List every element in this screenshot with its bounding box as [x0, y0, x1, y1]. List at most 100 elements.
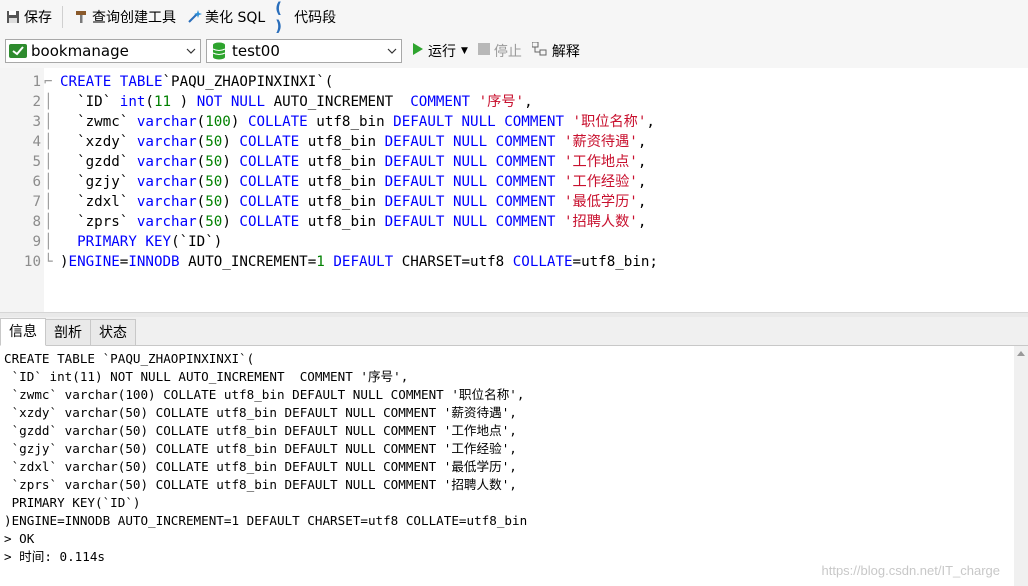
code-token: '招聘人数'	[564, 214, 638, 230]
scroll-up-icon[interactable]	[1014, 346, 1028, 360]
code-token: ,	[637, 214, 647, 230]
code-token: DEFAULT NULL COMMENT	[384, 214, 556, 230]
output-line: > OK	[4, 531, 35, 546]
stop-label: 停止	[493, 44, 522, 60]
code-token: 11	[153, 94, 172, 110]
code-token: `gzdd`	[60, 154, 137, 170]
fold-marker-icon[interactable]: ⌐	[44, 72, 58, 92]
code-token: (	[196, 214, 206, 230]
output-line: `xzdy` varchar(50) COLLATE utf8_bin DEFA…	[4, 405, 517, 420]
code-token: )	[222, 174, 240, 190]
save-button[interactable]: 保存	[0, 5, 57, 29]
code-token: varchar	[136, 214, 197, 230]
code-token: COLLATE	[239, 194, 300, 210]
fold-guide-icon: │	[44, 134, 53, 150]
line-number: 5	[32, 154, 41, 170]
line-number: 2	[32, 94, 41, 110]
code-token: )	[222, 214, 240, 230]
code-token: 50	[205, 174, 223, 190]
query-builder-button[interactable]: 查询创建工具	[68, 5, 181, 29]
output-line: `gzjy` varchar(50) COLLATE utf8_bin DEFA…	[4, 441, 517, 456]
code-token: COLLATE	[512, 254, 573, 270]
code-token: =utf8_bin;	[572, 254, 658, 270]
fold-guide-icon: │	[44, 234, 53, 250]
code-token: (`ID`)	[171, 234, 223, 250]
chevron-down-icon	[182, 48, 200, 54]
stop-button[interactable]: 停止	[477, 39, 522, 63]
hammer-icon	[73, 9, 89, 25]
code-token: COLLATE	[239, 154, 300, 170]
stop-icon	[477, 43, 490, 59]
code-token: utf8_bin	[299, 174, 385, 190]
database-select[interactable]: test00	[206, 39, 402, 63]
code-token: COLLATE	[247, 114, 308, 130]
tab-profile[interactable]: 剖析	[45, 319, 91, 345]
code-token: ,	[637, 174, 647, 190]
code-token: ,	[524, 94, 533, 110]
tab-status[interactable]: 状态	[90, 319, 136, 345]
code-snippet-button[interactable]: ( ) 代码段	[270, 0, 341, 35]
code-text: `ID` int(11 ) NOT NULL AUTO_INCREMENT CO…	[60, 92, 533, 112]
fold-marker-icon[interactable]: └	[44, 252, 58, 272]
explain-icon	[531, 41, 548, 60]
code-token: utf8_bin	[299, 214, 385, 230]
output-line: `zdxl` varchar(50) COLLATE utf8_bin DEFA…	[4, 459, 517, 474]
code-token: ,	[637, 154, 647, 170]
save-label: 保存	[24, 10, 52, 26]
database-value: test00	[232, 42, 280, 60]
query-builder-label: 查询创建工具	[92, 10, 176, 26]
code-token: (	[196, 114, 206, 130]
code-text: PRIMARY KEY(`ID`)	[60, 232, 222, 252]
sql-editor[interactable]: 1 ⌐ CREATE TABLE`PAQU_ZHAOPINXINXI`(2 │ `ID…	[0, 68, 1028, 312]
code-token: ,	[637, 194, 647, 210]
fold-guide-icon: │	[44, 114, 53, 130]
code-token: COLLATE	[239, 214, 300, 230]
code-token: utf8_bin	[299, 154, 385, 170]
code-token: COLLATE	[239, 134, 300, 150]
explain-button[interactable]: 解释	[531, 39, 580, 63]
code-text: `gzdd` varchar(50) COLLATE utf8_bin DEFA…	[60, 152, 646, 172]
code-token: '职位名称'	[572, 114, 647, 130]
magic-wand-icon	[186, 9, 202, 25]
code-token: '工作地点'	[564, 154, 638, 170]
code-token: COLLATE	[239, 174, 300, 190]
code-token: CREATE TABLE	[60, 74, 163, 90]
code-token: '薪资待遇'	[564, 134, 638, 150]
code-token: COMMENT	[410, 94, 471, 110]
result-tabs: 信息 剖析 状态	[0, 317, 1028, 346]
code-token: `PAQU_ZHAOPINXINXI`(	[162, 74, 334, 90]
code-token: (	[196, 154, 206, 170]
message-output: CREATE TABLE `PAQU_ZHAOPINXINXI`( `ID` i…	[0, 346, 1014, 586]
code-token: INNODB	[128, 254, 180, 270]
code-token: '工作经验'	[564, 174, 638, 190]
code-text: `xzdy` varchar(50) COLLATE utf8_bin DEFA…	[60, 132, 646, 152]
code-token: ,	[646, 114, 655, 130]
beautify-sql-button[interactable]: 美化 SQL	[181, 5, 270, 29]
output-line: CREATE TABLE `PAQU_ZHAOPINXINXI`(	[4, 351, 255, 366]
fold-guide-icon: │	[44, 194, 53, 210]
chevron-down-icon	[383, 48, 401, 54]
code-token: )	[222, 154, 240, 170]
code-token: PRIMARY KEY	[77, 234, 172, 250]
connection-bar: bookmanage test00 运行 ▼ 停止 解释	[0, 34, 1028, 68]
line-number: 9	[32, 234, 41, 250]
code-snippet-label: 代码段	[294, 10, 337, 26]
tab-info[interactable]: 信息	[0, 318, 46, 346]
code-token: DEFAULT NULL COMMENT	[384, 194, 556, 210]
fold-guide-icon: │	[44, 174, 53, 190]
line-number: 8	[32, 214, 41, 230]
output-line: )ENGINE=INNODB AUTO_INCREMENT=1 DEFAULT …	[4, 513, 528, 528]
code-token: `ID`	[60, 94, 120, 110]
chevron-down-icon[interactable]: ▼	[461, 46, 468, 56]
code-text: `zprs` varchar(50) COLLATE utf8_bin DEFA…	[60, 212, 646, 232]
code-token: DEFAULT	[333, 254, 394, 270]
code-token: )	[171, 94, 197, 110]
connection-select[interactable]: bookmanage	[5, 39, 201, 63]
code-token: `gzjy`	[60, 174, 137, 190]
run-button[interactable]: 运行 ▼	[412, 39, 468, 63]
output-scrollbar[interactable]	[1014, 346, 1028, 586]
code-token: ENGINE	[68, 254, 120, 270]
